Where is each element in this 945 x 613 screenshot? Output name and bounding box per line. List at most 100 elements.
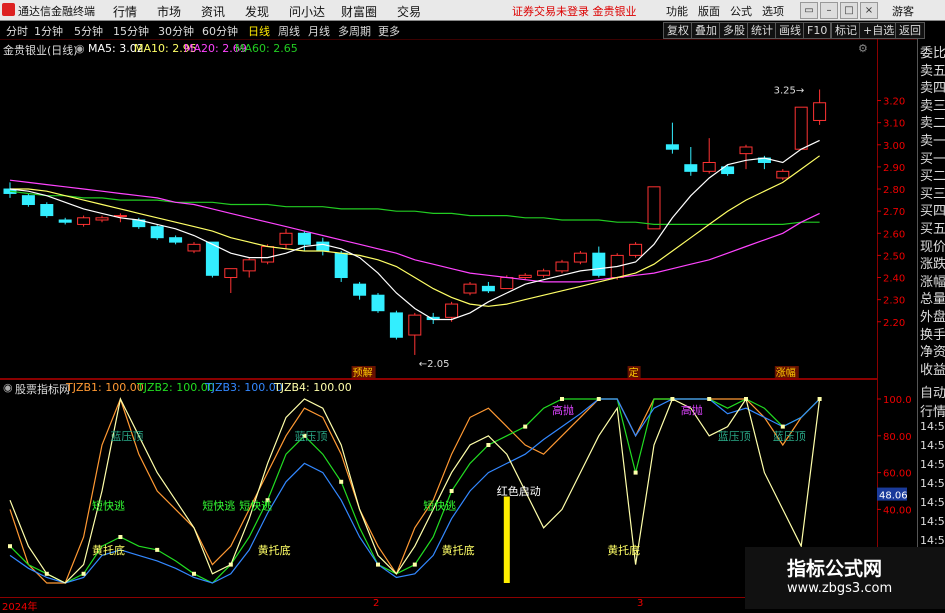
- add-watchlist-button[interactable]: +自选: [859, 22, 899, 39]
- candlestick-chart[interactable]: 3.25→ ←2.05 预解 定 涨幅: [0, 56, 877, 378]
- period-1min[interactable]: 1分钟: [34, 23, 63, 39]
- time-panel-item[interactable]: 14:50: [920, 496, 945, 509]
- menu-news[interactable]: 资讯: [201, 3, 225, 20]
- quote-panel-item[interactable]: 买一: [920, 148, 945, 167]
- quote-panel-item[interactable]: 卖二: [920, 112, 945, 131]
- quote-panel-item[interactable]: 卖三: [920, 95, 945, 114]
- price-tick-label: 3.00: [883, 141, 905, 152]
- quote-panel-item[interactable]: 委比: [920, 42, 945, 61]
- candle-body: [150, 226, 164, 239]
- draw-button[interactable]: 画线: [775, 22, 805, 39]
- candle-body: [518, 274, 532, 279]
- quote-panel-item[interactable]: 收益: [920, 359, 945, 378]
- quote-panel-item[interactable]: 卖五: [920, 60, 945, 79]
- candle-body: [187, 243, 201, 252]
- quote-panel-item[interactable]: 涨跌: [920, 253, 945, 272]
- time-panel-item[interactable]: 14:50: [920, 477, 945, 490]
- time-panel-item[interactable]: 14:50: [920, 515, 945, 528]
- menu-discover[interactable]: 发现: [245, 3, 269, 20]
- back-button[interactable]: 返回: [895, 22, 925, 39]
- indicator-label-escape: 短快逃: [423, 499, 456, 513]
- period-monthly[interactable]: 月线: [308, 23, 330, 39]
- candle-body: [242, 259, 256, 272]
- period-more[interactable]: 更多: [378, 23, 400, 39]
- period-60min[interactable]: 60分钟: [202, 23, 238, 39]
- date-tick-2024: 2024年: [2, 602, 38, 613]
- adjust-button[interactable]: 复权: [663, 22, 693, 39]
- price-tick-label: 3.20: [883, 97, 905, 108]
- menu-wealth[interactable]: 财富圈: [341, 3, 377, 20]
- mark-button[interactable]: 标记: [831, 22, 861, 39]
- close-icon[interactable]: ×: [860, 2, 878, 19]
- indicator-label-rise: 高抛: [552, 403, 574, 417]
- period-daily[interactable]: 日线: [248, 23, 270, 39]
- indicator-dot: [44, 571, 49, 576]
- time-panel-item[interactable]: 14:50: [920, 439, 945, 452]
- quote-panel-item[interactable]: 外盘: [920, 306, 945, 325]
- menu-function[interactable]: 功能: [666, 3, 688, 19]
- watermark-url: www.zbgs3.com: [787, 581, 893, 596]
- period-5min[interactable]: 5分钟: [74, 23, 103, 39]
- period-toolbar: 分时 1分钟 5分钟 15分钟 30分钟 60分钟 日线 周线 月线 多周期 更…: [0, 21, 945, 40]
- settings-gear-icon[interactable]: ⚙: [858, 42, 868, 55]
- overlay-button[interactable]: 叠加: [691, 22, 721, 39]
- window-list-icon[interactable]: ▭: [800, 2, 818, 19]
- period-weekly[interactable]: 周线: [278, 23, 300, 39]
- period-30min[interactable]: 30分钟: [158, 23, 194, 39]
- quote-panel-item[interactable]: 换手: [920, 324, 945, 343]
- quote-panel-item[interactable]: 买三: [920, 183, 945, 202]
- time-panel-item[interactable]: 14:50: [920, 458, 945, 471]
- menu-ask[interactable]: 问小达: [289, 3, 325, 20]
- indicator-dot: [596, 397, 601, 401]
- f10-button[interactable]: F10: [803, 22, 832, 39]
- quote-panel-item[interactable]: 总量: [920, 288, 945, 307]
- candle-body: [169, 237, 183, 243]
- title-bar: 通达信金融终端 行情 市场 资讯 发现 问小达 财富圈 交易 证券交易未登录 金…: [0, 0, 945, 21]
- quote-panel-item[interactable]: 买二: [920, 165, 945, 184]
- time-panel-item[interactable]: 行情: [920, 401, 945, 420]
- quote-panel-item[interactable]: 涨幅: [920, 271, 945, 290]
- candle-body: [205, 241, 219, 276]
- menu-market[interactable]: 市场: [157, 3, 181, 20]
- indicator-dot: [744, 397, 748, 401]
- stats-button[interactable]: 统计: [747, 22, 777, 39]
- quote-panel-item[interactable]: 现价: [920, 236, 945, 255]
- time-panel-item[interactable]: 自动: [920, 382, 945, 401]
- indicator-label-rise: 高抛: [681, 403, 703, 417]
- main-legend: 金贵银业(日线) ◉ MA5: 3.02 MA10: 2.95 MA20: 2.…: [0, 40, 900, 57]
- time-panel-item[interactable]: 14:50: [920, 420, 945, 433]
- indicator-tick-label: 60.00: [883, 469, 912, 480]
- account-label[interactable]: 游客: [892, 3, 914, 19]
- indicator-dot: [155, 547, 160, 552]
- price-tick-label: 2.60: [883, 229, 905, 240]
- indicator-toggle-icon[interactable]: ◉: [3, 381, 13, 394]
- price-tick-label: 2.70: [883, 207, 905, 218]
- menu-quotes[interactable]: 行情: [113, 3, 137, 20]
- quote-panel-item[interactable]: 卖四: [920, 77, 945, 96]
- minimize-icon[interactable]: –: [820, 2, 838, 19]
- quote-panel-item[interactable]: 卖一: [920, 130, 945, 149]
- quote-panel-item[interactable]: 净资: [920, 341, 945, 360]
- candle-body: [573, 252, 587, 263]
- quote-panel-item[interactable]: 买五: [920, 218, 945, 237]
- menu-layout[interactable]: 版面: [698, 3, 720, 19]
- candle-body: [371, 294, 385, 312]
- indicator-dot: [8, 544, 12, 549]
- menu-formula[interactable]: 公式: [730, 3, 752, 19]
- current-value-label: 48.06: [879, 491, 908, 502]
- price-tick-label: 2.50: [883, 251, 905, 262]
- quote-side-panel[interactable]: 委比 卖五 卖四 卖三 卖二 卖一 买一 买二 买三 买四 买五 现价 涨跌 涨幅 总量 外盘 换手 净资 收益: [917, 39, 945, 379]
- period-tick[interactable]: 分时: [6, 23, 28, 39]
- quote-panel-item[interactable]: 买四: [920, 200, 945, 219]
- maximize-icon[interactable]: □: [840, 2, 858, 19]
- multi-stock-button[interactable]: 多股: [719, 22, 749, 39]
- candle-body: [95, 217, 109, 221]
- menu-options[interactable]: 选项: [762, 3, 784, 19]
- indicator-label-yellow-support: 黄托底: [442, 543, 475, 557]
- legend-toggle-icon[interactable]: ◉: [75, 42, 85, 55]
- time-panel-item[interactable]: 14:50: [920, 534, 945, 547]
- login-notice[interactable]: 证券交易未登录 金贵银业: [512, 3, 637, 19]
- period-multi[interactable]: 多周期: [338, 23, 371, 39]
- period-15min[interactable]: 15分钟: [113, 23, 149, 39]
- menu-trade[interactable]: 交易: [397, 3, 421, 20]
